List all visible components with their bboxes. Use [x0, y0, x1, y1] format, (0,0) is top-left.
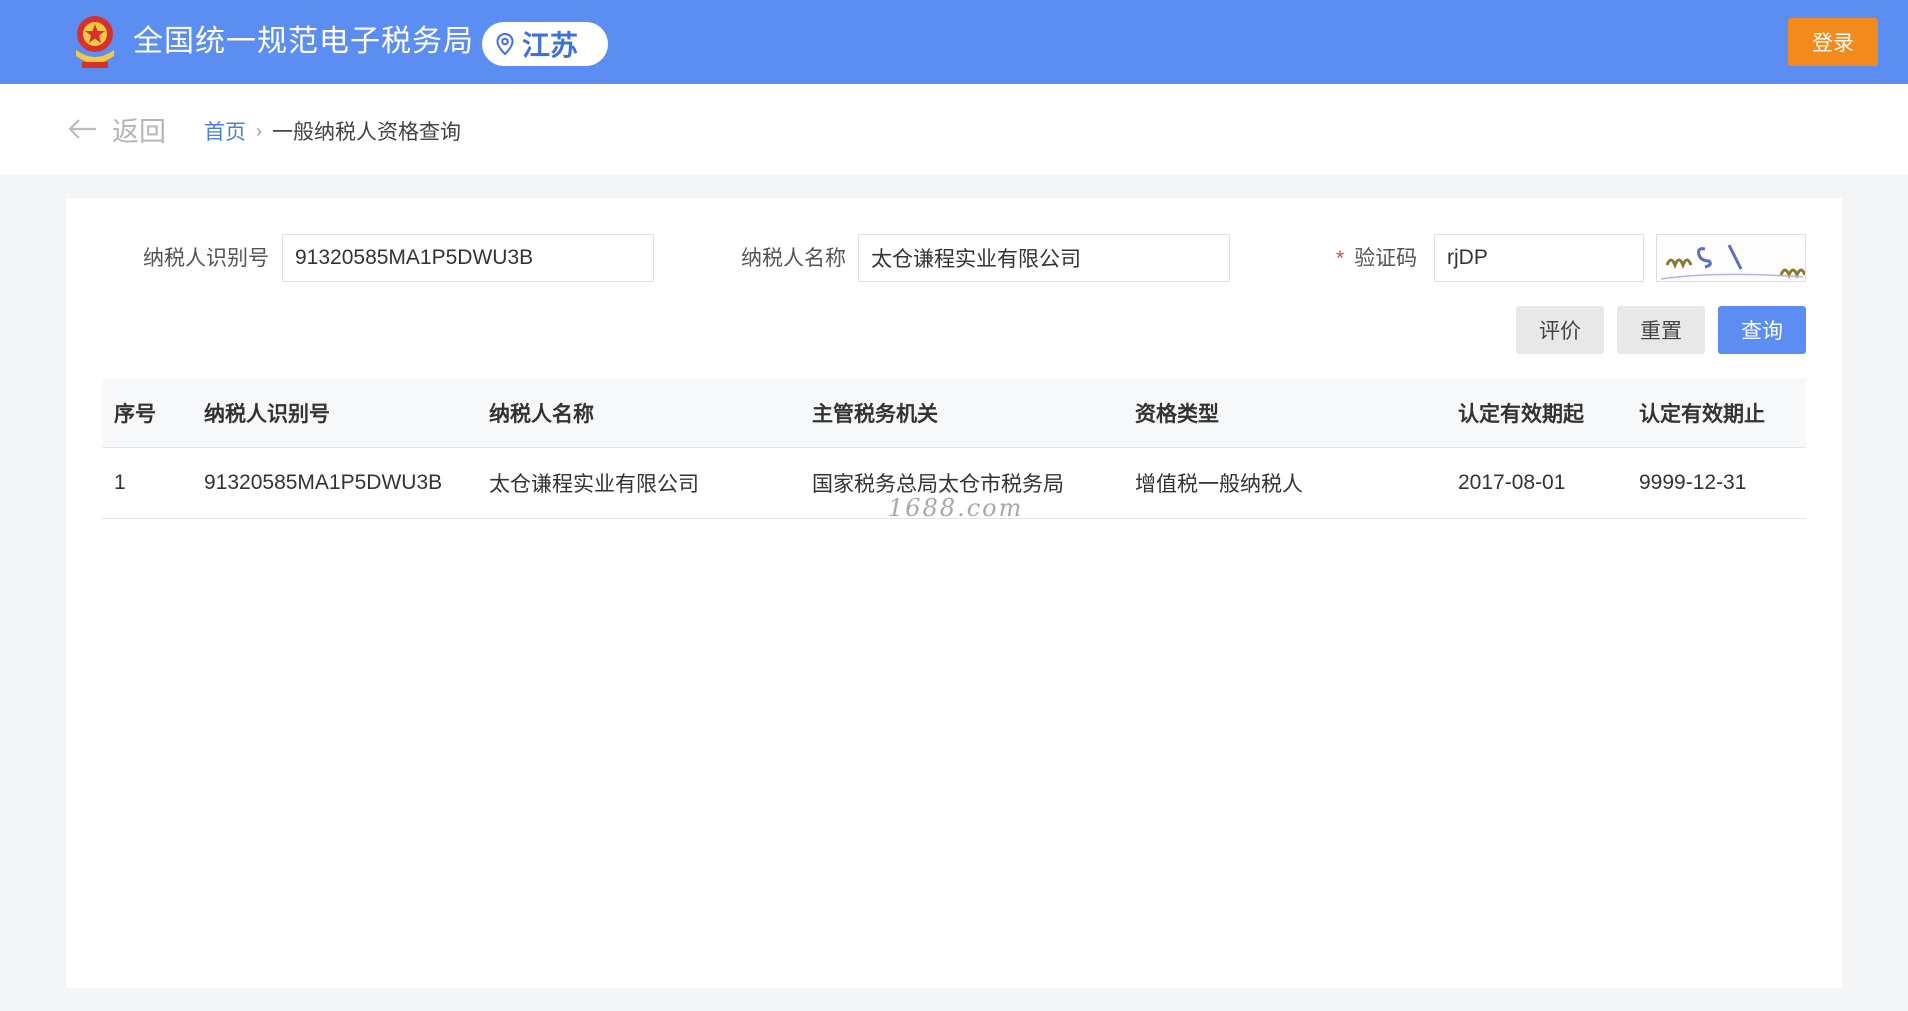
arrow-left-icon — [68, 119, 96, 139]
taxpayer-name-label: 纳税人名称 — [741, 247, 846, 270]
back-button[interactable]: 返回 — [68, 112, 166, 147]
column-header: 认定有效期起 — [1458, 402, 1584, 426]
taxpayer-id-input[interactable] — [282, 234, 654, 282]
watermark: 1688.com — [888, 494, 1024, 522]
query-panel: 纳税人识别号 纳税人名称 * 验证码 评价 重置 查询 序号 纳税人识别号 纳税人… — [66, 198, 1842, 988]
cell-qualification-type: 增值税一般纳税人 — [1135, 473, 1303, 496]
reset-button[interactable]: 重置 — [1617, 306, 1705, 354]
location-pin-icon — [496, 33, 514, 55]
query-button[interactable]: 查询 — [1718, 306, 1806, 354]
evaluate-button[interactable]: 评价 — [1516, 306, 1604, 354]
taxpayer-name-input[interactable] — [858, 234, 1230, 282]
column-header: 主管税务机关 — [812, 402, 938, 426]
top-header: 全国统一规范电子税务局 江苏 登录 — [0, 0, 1908, 84]
breadcrumb-bar: 返回 首页 › 一般纳税人资格查询 — [0, 84, 1908, 174]
column-header: 序号 — [114, 402, 156, 426]
region-selector[interactable]: 江苏 — [482, 22, 608, 66]
captcha-input[interactable] — [1434, 234, 1644, 282]
column-header: 资格类型 — [1135, 402, 1219, 426]
site-title: 全国统一规范电子税务局 — [133, 25, 474, 58]
captcha-image[interactable] — [1656, 234, 1806, 282]
cell-taxpayer-name: 太仓谦程实业有限公司 — [489, 473, 699, 496]
region-name: 江苏 — [522, 30, 579, 61]
back-label: 返回 — [112, 116, 166, 147]
required-mark: * — [1336, 247, 1345, 270]
captcha-label: * 验证码 — [1336, 244, 1417, 274]
taxpayer-id-label: 纳税人识别号 — [143, 247, 269, 270]
login-button[interactable]: 登录 — [1788, 18, 1878, 66]
breadcrumb-current: 一般纳税人资格查询 — [272, 121, 461, 144]
column-header: 认定有效期止 — [1639, 402, 1765, 426]
breadcrumb-home-link[interactable]: 首页 — [204, 116, 246, 146]
breadcrumb: 首页 › 一般纳税人资格查询 — [204, 116, 461, 146]
tax-emblem-icon — [76, 16, 114, 68]
column-header: 纳税人名称 — [489, 402, 594, 426]
cell-taxpayer-id: 91320585MA1P5DWU3B — [204, 471, 443, 494]
captcha-graphic — [1660, 244, 1805, 280]
cell-index: 1 — [114, 471, 126, 494]
captcha-label-text: 验证码 — [1354, 247, 1418, 270]
column-header: 纳税人识别号 — [204, 402, 330, 426]
table-header: 序号 纳税人识别号 纳税人名称 主管税务机关 资格类型 认定有效期起 认定有效期… — [102, 378, 1806, 448]
breadcrumb-separator: › — [256, 120, 262, 141]
cell-valid-from: 2017-08-01 — [1458, 471, 1566, 494]
cell-valid-to: 9999-12-31 — [1639, 471, 1747, 494]
